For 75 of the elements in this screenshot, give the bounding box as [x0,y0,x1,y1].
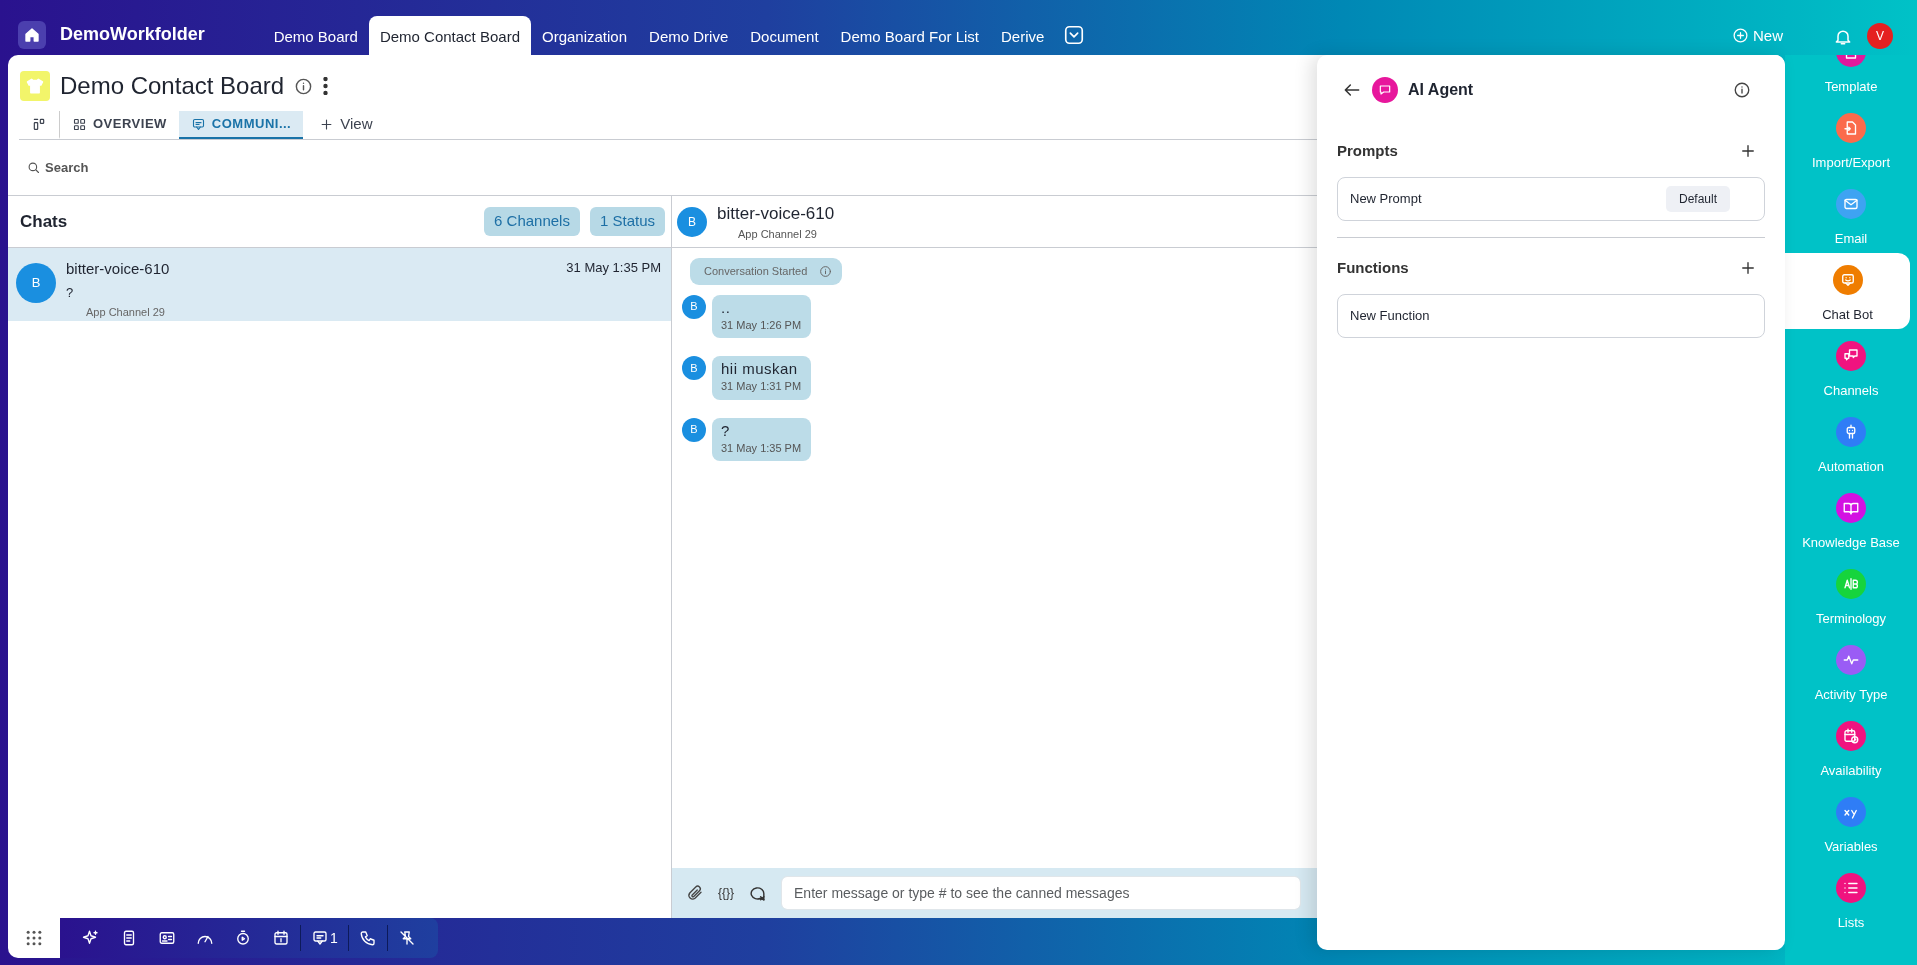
plus-circle-icon [1732,27,1749,45]
avatar: B [16,263,56,303]
kanban-icon [31,116,47,132]
paperclip-icon [686,884,704,902]
chat-icon [311,929,329,947]
message-bubble: ? 31 May 1:35 PM [712,417,812,461]
section-heading: Prompts [1337,140,1398,161]
message-bubble: .. 31 May 1:26 PM [712,294,812,338]
plus-icon [1739,259,1757,277]
agent-icon [1372,77,1398,103]
board-tab[interactable]: Demo Board [262,16,369,55]
filter-chip[interactable]: 1 Status [589,207,665,236]
plus-icon [319,116,335,132]
plus-icon [1739,142,1757,160]
dock-button[interactable]: 1 [301,918,348,958]
info-icon [1733,81,1751,99]
chats-heading: Chats [20,210,69,233]
add-button[interactable] [1739,142,1757,160]
add-button[interactable] [1739,259,1757,277]
list-item[interactable]: New Function [1337,294,1765,338]
message-input[interactable]: Enter message or type # to see the canned messages [781,876,1302,910]
avatar: B [677,206,707,237]
filter-chip[interactable]: 6 Channels [484,207,580,236]
chat-icon [190,116,206,132]
grid-icon [72,116,87,132]
info-button[interactable] [294,76,314,96]
contact-name: bitter-voice-610 [66,259,170,279]
channel-name: App Channel 29 [86,305,165,320]
channel-name: App Channel 29 [738,227,818,242]
view-tab[interactable]: COMMUNI... [178,111,304,139]
calendar-icon [272,929,290,947]
board-tab[interactable]: Organization [531,16,639,55]
conversation-started-label: Conversation Started [690,258,843,285]
stopwatch-icon [234,929,252,947]
avatar: B [682,294,706,319]
avatar: B [682,417,706,442]
board-tab[interactable]: Document [739,16,830,55]
list-item[interactable]: New Prompt Default [1337,177,1765,221]
message-preview: ? [66,283,74,302]
avatar: B [682,356,706,380]
board-tab[interactable]: Demo Board For List [829,16,990,55]
board-tab[interactable]: Demo Drive [638,16,740,55]
kebab-icon [323,77,329,95]
grid-dots-icon [24,928,44,948]
user-avatar[interactable]: V [1867,23,1893,49]
message-bubble: hii muskan 31 May 1:31 PM [712,356,812,400]
contact-name: bitter-voice-610 [717,202,835,225]
info-icon [819,264,833,278]
info-icon [294,76,314,96]
board-tab[interactable]: Derive [990,16,1056,55]
attach-button[interactable] [686,884,704,902]
phone-icon [358,929,377,947]
apps-button[interactable] [8,918,60,958]
search-button[interactable]: Search [26,157,89,178]
board-title: Demo Contact Board [60,71,285,101]
panel-title: AI Agent [1408,80,1475,100]
sidebar-item[interactable]: Chat Bot [1785,253,1910,329]
workspace-name: DemoWorkfolder [60,23,205,46]
id-card-icon [158,929,176,947]
message-time: 31 May 1:35 PM [566,259,661,277]
sparkle-icon [82,929,100,947]
more-options-button[interactable] [323,77,329,95]
info-button[interactable] [1733,81,1751,99]
add-view-button[interactable]: View [307,111,385,139]
search-icon [26,160,41,175]
variables-button[interactable]: {{}} [718,884,735,902]
default-tag: Default [1665,186,1730,212]
chat-list-item[interactable]: B bitter-voice-610 31 May 1:35 PM ? App Channel 29 [8,248,671,321]
board-tab[interactable]: Demo Contact Board [368,16,531,55]
view-tab[interactable]: OVERVIEW [60,111,179,139]
more-tabs-button[interactable] [1063,24,1086,46]
section-heading: Functions [1337,257,1409,278]
home-button[interactable] [18,21,46,49]
chevron-down-icon [1063,24,1086,46]
home-icon [23,26,41,44]
